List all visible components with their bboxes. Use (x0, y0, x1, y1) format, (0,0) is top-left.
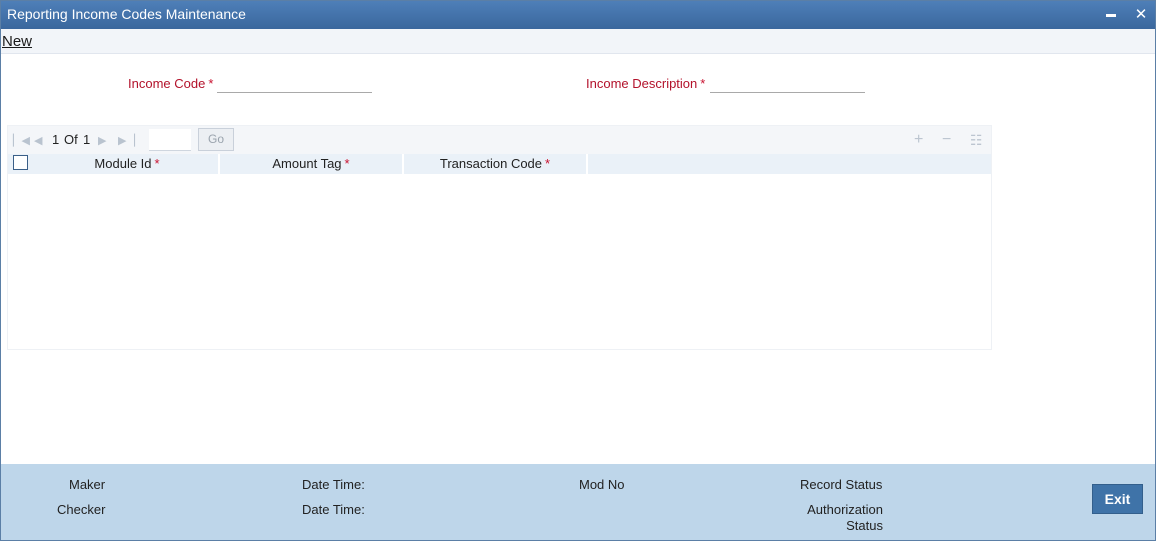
required-mark: * (344, 156, 350, 171)
column-label: Amount Tag (272, 156, 342, 171)
grid-toolbar: ▏◀ ◀ 1 Of 1 ▶ ▶▕ Go + − ☷ (8, 126, 991, 154)
minimize-icon[interactable]: ▬ (1101, 5, 1121, 25)
income-description-label-text: Income Description (586, 76, 698, 91)
list-view-icon[interactable]: ☷ (970, 132, 983, 149)
income-code-label-text: Income Code (128, 76, 206, 91)
delete-row-icon[interactable]: − (942, 131, 951, 149)
close-icon[interactable]: ✕ (1131, 5, 1151, 25)
income-code-label: Income Code * (128, 76, 213, 91)
income-description-input[interactable] (710, 73, 865, 93)
go-button[interactable]: Go (198, 128, 234, 151)
checker-datetime-label: Date Time: (302, 502, 365, 517)
required-mark: * (154, 156, 160, 171)
next-page-icon[interactable]: ▶ (98, 134, 106, 147)
required-mark: * (545, 156, 551, 171)
current-page: 1 (52, 132, 60, 147)
audit-footer: Maker Checker Date Time: Date Time: Mod … (1, 464, 1155, 540)
menu-bar: New (1, 29, 1155, 54)
authorization-status-label-line2: Status (846, 518, 883, 533)
of-label: Of (64, 132, 78, 147)
maintenance-window: Reporting Income Codes Maintenance ▬ ✕ N… (0, 0, 1156, 541)
prev-page-icon[interactable]: ◀ (34, 134, 42, 147)
exit-button[interactable]: Exit (1092, 484, 1143, 514)
required-mark: * (208, 76, 214, 91)
income-code-input[interactable] (217, 73, 372, 93)
title-bar: Reporting Income Codes Maintenance ▬ ✕ (1, 1, 1155, 29)
last-page-icon[interactable]: ▶▕ (118, 134, 135, 147)
select-all-checkbox[interactable] (13, 155, 28, 170)
income-description-label: Income Description * (586, 76, 705, 91)
maker-datetime-label: Date Time: (302, 477, 365, 492)
first-page-icon[interactable]: ▏◀ (13, 134, 30, 147)
page-number-input[interactable] (149, 129, 191, 151)
record-status-label: Record Status (800, 477, 883, 492)
authorization-status-label-line1: Authorization (807, 502, 883, 517)
maker-label: Maker (69, 477, 106, 492)
mod-no-label: Mod No (579, 477, 625, 492)
column-amount-tag[interactable]: Amount Tag * (220, 154, 404, 174)
new-menu-item[interactable]: New (2, 33, 32, 50)
column-label: Module Id (94, 156, 152, 171)
column-module-id[interactable]: Module Id * (36, 154, 220, 174)
income-codes-grid: ▏◀ ◀ 1 Of 1 ▶ ▶▕ Go + − ☷ Module Id * Amo… (7, 125, 992, 350)
column-transaction-code[interactable]: Transaction Code * (404, 154, 588, 174)
total-pages: 1 (83, 132, 91, 147)
grid-header: Module Id * Amount Tag * Transaction Code * (8, 154, 991, 174)
window-title: Reporting Income Codes Maintenance (7, 6, 246, 22)
checker-label: Checker (57, 502, 106, 517)
add-row-icon[interactable]: + (914, 131, 923, 149)
column-label: Transaction Code (439, 156, 543, 171)
required-mark: * (700, 76, 706, 91)
